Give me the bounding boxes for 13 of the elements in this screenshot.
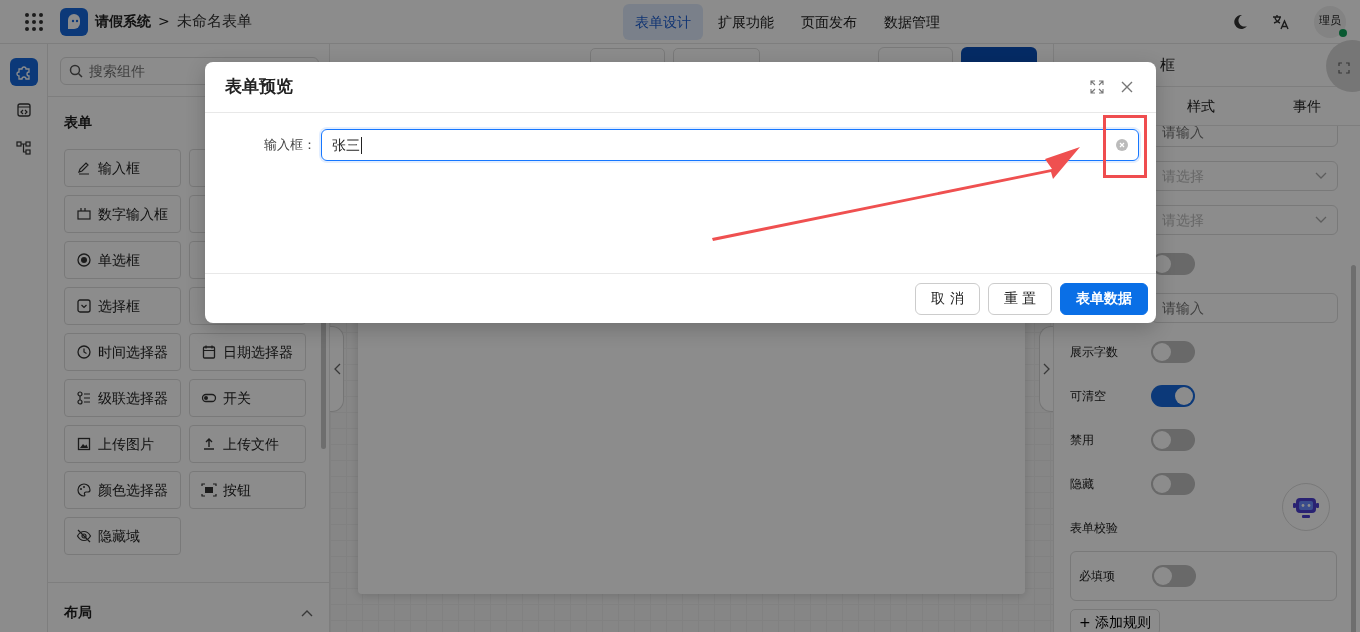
field-label: 隐藏 [1070, 477, 1094, 491]
field-label: 展示字数 [1070, 345, 1118, 359]
app-name: 请假系统 [95, 12, 151, 31]
section-title: 布局 [64, 603, 92, 622]
field-label: 输入框： [264, 136, 316, 155]
field-label: 必填项 [1079, 568, 1116, 585]
field-label: 禁用 [1070, 433, 1094, 447]
breadcrumb-separator: > [158, 12, 170, 31]
form-name: 未命名表单 [176, 11, 252, 33]
panel-title: 框 [1160, 54, 1175, 76]
field-label: 可清空 [1070, 389, 1106, 403]
section-title: 表单校验 [1070, 520, 1118, 537]
section-title: 表单 [64, 113, 92, 132]
